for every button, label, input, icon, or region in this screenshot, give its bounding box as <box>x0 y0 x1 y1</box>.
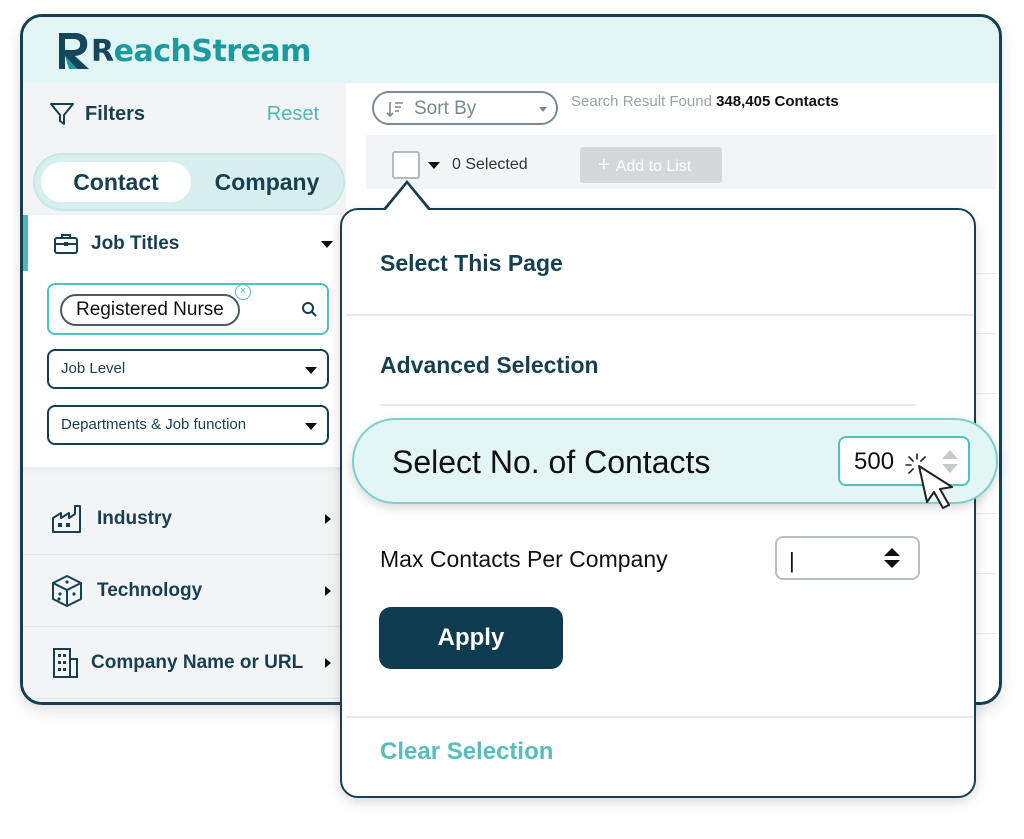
advanced-selection-heading: Advanced Selection <box>380 352 599 378</box>
select-no-contacts-row: Select No. of Contacts 500 <box>352 418 998 504</box>
job-titles-header[interactable]: Job Titles <box>53 229 333 259</box>
job-titles-label: Job Titles <box>91 233 180 254</box>
spin-up-icon[interactable] <box>884 548 900 556</box>
clear-selection-link[interactable]: Clear Selection <box>380 738 553 766</box>
chevron-down-icon[interactable] <box>321 241 333 248</box>
tab-company[interactable]: Company <box>197 162 337 202</box>
select-no-contacts-label: Select No. of Contacts <box>392 444 711 480</box>
departments-dropdown[interactable]: Departments & Job function <box>47 405 329 445</box>
select-this-page-option[interactable]: Select This Page <box>380 250 563 277</box>
tab-contact[interactable]: Contact <box>41 162 191 202</box>
chevron-right-icon <box>325 513 331 524</box>
chevron-down-icon[interactable] <box>428 162 440 169</box>
result-count: Search Result Found 348,405 Contacts <box>571 93 839 110</box>
selection-bar: 0 Selected + Add to List <box>366 135 996 189</box>
chevron-down-icon <box>305 367 317 374</box>
job-title-chip: Registered Nurse <box>60 294 240 326</box>
sort-icon <box>386 102 403 118</box>
selected-count: 0 Selected <box>452 156 528 173</box>
sidebar-item-label: Technology <box>97 579 203 601</box>
contact-company-toggle: Contact Company <box>33 153 345 211</box>
job-title-search-input[interactable]: Registered Nurse × <box>47 283 329 335</box>
job-level-dropdown[interactable]: Job Level <box>47 349 329 389</box>
popup-divider <box>380 404 916 406</box>
apply-button[interactable]: Apply <box>379 607 563 669</box>
chevron-right-icon <box>325 585 331 596</box>
logo-text: ReachStream <box>91 33 311 69</box>
popup-divider <box>346 314 974 316</box>
sidebar-item-label: Company Name or URL <box>91 651 304 673</box>
chevron-down-icon <box>305 423 317 430</box>
funnel-icon <box>50 103 74 125</box>
max-contacts-per-company-input[interactable]: | <box>775 536 920 580</box>
factory-icon <box>52 504 81 533</box>
contacts-number-value: 500 <box>854 448 895 475</box>
max-contacts-per-company-label: Max Contacts Per Company <box>380 546 668 572</box>
job-level-placeholder: Job Level <box>61 360 126 377</box>
chip-remove-icon[interactable]: × <box>235 284 251 300</box>
filters-header: Filters Reset <box>49 99 319 129</box>
reachstream-logo[interactable]: ReachStream <box>57 31 311 71</box>
spin-down-icon[interactable] <box>884 560 900 568</box>
active-accent-bar <box>23 215 28 271</box>
sort-by-dropdown[interactable]: Sort By <box>372 91 558 125</box>
sidebar-item-label: Industry <box>97 507 172 529</box>
sidebar-item-industry[interactable]: Industry <box>23 483 346 555</box>
logo-mark-icon <box>59 33 89 69</box>
departments-placeholder: Departments & Job function <box>61 416 247 433</box>
sidebar-item-company-name[interactable]: Company Name or URL <box>23 627 346 699</box>
chevron-down-icon <box>539 107 547 112</box>
filter-sidebar: Filters Reset Contact Company Job Titles… <box>23 83 346 702</box>
add-to-list-button[interactable]: + Add to List <box>580 147 722 183</box>
sidebar-item-technology[interactable]: Technology <box>23 555 346 627</box>
sort-by-label: Sort By <box>414 98 477 119</box>
building-icon <box>53 647 78 678</box>
chevron-right-icon <box>325 657 331 668</box>
search-icon[interactable] <box>301 301 317 317</box>
pointer-cursor-icon <box>905 453 953 509</box>
select-all-checkbox[interactable] <box>392 151 420 179</box>
plus-icon: + <box>598 154 610 176</box>
top-bar: ReachStream <box>23 17 999 83</box>
reset-link[interactable]: Reset <box>267 103 319 126</box>
popup-pointer-fill <box>385 184 429 211</box>
max-contacts-value: | <box>789 548 795 573</box>
filters-label: Filters <box>85 102 146 125</box>
cube-circuit-icon <box>52 574 82 607</box>
popup-divider <box>346 716 974 718</box>
job-titles-section: Job Titles Registered Nurse × Job Level … <box>23 215 346 467</box>
briefcase-icon <box>54 234 78 254</box>
